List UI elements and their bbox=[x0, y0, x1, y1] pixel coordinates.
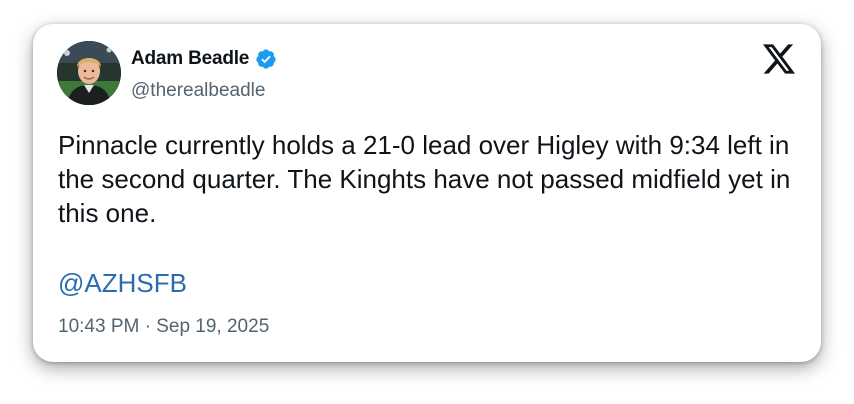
author-name-row[interactable]: Adam Beadle bbox=[131, 48, 277, 70]
mention-link[interactable]: @AZHSFB bbox=[58, 266, 187, 300]
verified-badge-icon bbox=[256, 49, 276, 69]
tweet-timestamp[interactable]: 10:43 PM · Sep 19, 2025 bbox=[58, 316, 269, 338]
x-logo-icon[interactable] bbox=[763, 44, 795, 74]
tweet-card: Adam Beadle @therealbeadle Pinnacle curr… bbox=[33, 24, 821, 362]
avatar-photo bbox=[57, 41, 121, 105]
author-handle[interactable]: @therealbeadle bbox=[131, 80, 265, 102]
author-display-name[interactable]: Adam Beadle bbox=[131, 48, 249, 70]
tweet-text: Pinnacle currently holds a 21-0 lead ove… bbox=[58, 130, 791, 228]
author-avatar[interactable] bbox=[57, 41, 121, 105]
